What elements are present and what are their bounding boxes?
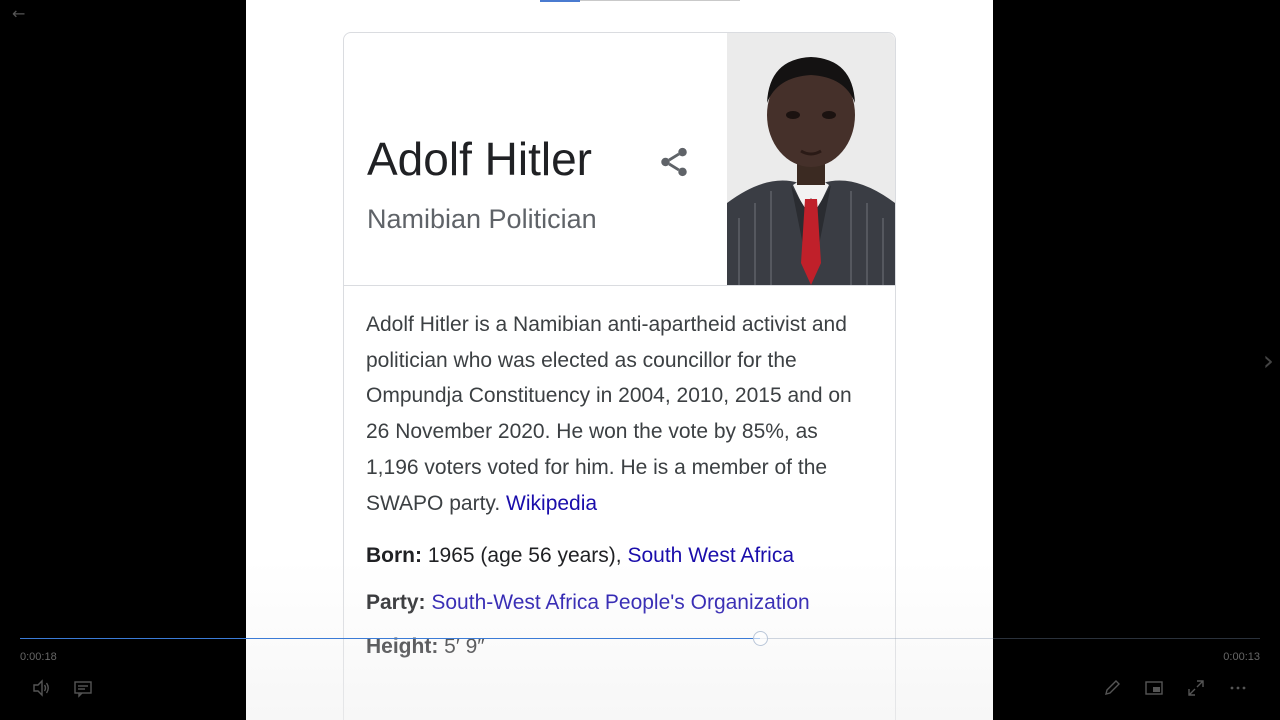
picture-in-picture-icon[interactable] (1144, 678, 1164, 698)
more-icon[interactable] (1228, 678, 1248, 698)
entity-title: Adolf Hitler (367, 133, 592, 185)
party-link[interactable]: South-West Africa People's Organization (431, 591, 809, 614)
party-label: Party: (366, 591, 426, 614)
share-icon[interactable] (657, 145, 691, 179)
entity-subtitle: Namibian Politician (367, 204, 597, 234)
born-value: 1965 (age 56 years), (427, 544, 622, 567)
seek-bar[interactable] (20, 631, 1260, 646)
media-viewer: ← › Adolf Hitler Namibian Politician Ado… (0, 0, 1280, 720)
entity-description: Adolf Hitler is a Namibian anti-aparthei… (366, 307, 876, 521)
active-tab-indicator (540, 0, 580, 2)
knowledge-panel: Adolf Hitler Namibian Politician Adolf H… (343, 32, 896, 720)
next-arrow-icon[interactable]: › (1263, 346, 1274, 376)
elapsed-time: 0:00:18 (20, 651, 57, 663)
back-arrow-icon[interactable]: ← (12, 4, 25, 24)
pen-icon[interactable] (1102, 678, 1122, 698)
knowledge-panel-header: Adolf Hitler Namibian Politician (344, 33, 727, 286)
captions-icon[interactable] (73, 678, 93, 698)
seek-bar-progress (20, 638, 761, 639)
remaining-time: 0:00:13 (1223, 651, 1260, 663)
wikipedia-link[interactable]: Wikipedia (506, 492, 597, 515)
born-fact: Born: 1965 (age 56 years), South West Af… (366, 543, 794, 569)
born-place-link[interactable]: South West Africa (627, 544, 794, 567)
party-fact: Party: South-West Africa People's Organi… (366, 590, 810, 616)
fullscreen-icon[interactable] (1186, 678, 1206, 698)
description-text: Adolf Hitler is a Namibian anti-aparthei… (366, 313, 852, 515)
video-frame: Adolf Hitler Namibian Politician Adolf H… (246, 0, 993, 720)
entity-photo[interactable] (727, 33, 895, 286)
volume-icon[interactable] (31, 678, 51, 698)
born-label: Born: (366, 544, 422, 567)
